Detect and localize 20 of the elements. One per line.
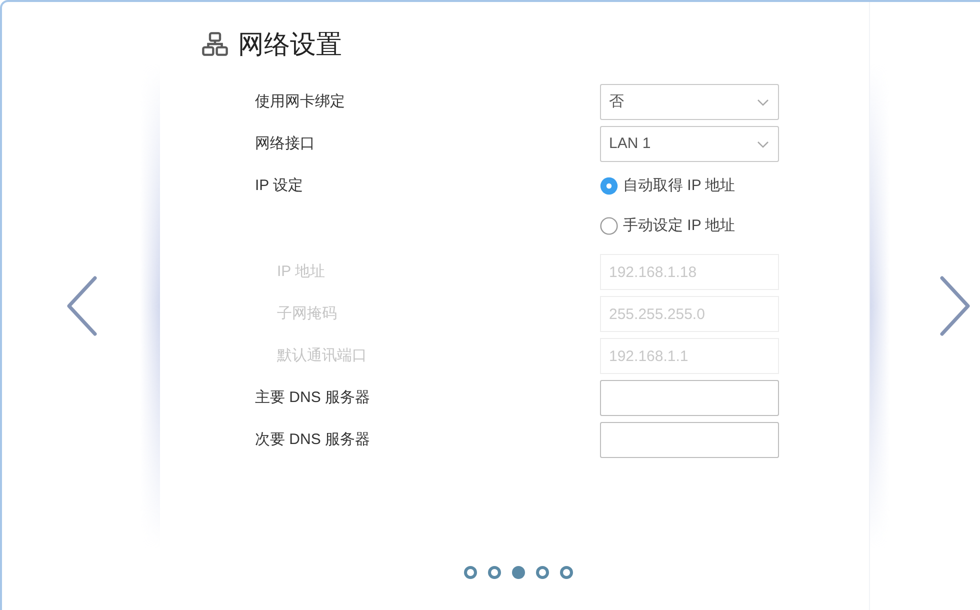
field-label: 次要 DNS 服务器 [255, 430, 370, 450]
text-field[interactable] [600, 380, 779, 416]
field-label: 网络接口 [255, 134, 315, 154]
field-label: 使用网卡绑定 [255, 92, 345, 112]
chevron-down-icon [757, 140, 769, 148]
field-label: 主要 DNS 服务器 [255, 388, 370, 408]
chevron-right-icon[interactable] [939, 276, 971, 336]
radio-option[interactable]: 手动设定 IP 地址 [600, 208, 736, 244]
radio-option[interactable]: 自动取得 IP 地址 [600, 168, 736, 204]
network-icon [202, 32, 228, 56]
field-label: 子网掩码 [277, 304, 337, 324]
field-label: 默认通讯端口 [277, 346, 367, 366]
chevron-left-icon[interactable] [66, 276, 98, 336]
dropdown[interactable]: LAN 1 [600, 126, 779, 162]
text-field[interactable] [600, 422, 779, 458]
chevron-down-icon [757, 98, 769, 106]
field-label: IP 地址 [277, 262, 326, 282]
page-title: 网络设置 [238, 28, 342, 60]
field-label: IP 设定 [255, 176, 304, 196]
dropdown[interactable]: 否 [600, 84, 779, 120]
